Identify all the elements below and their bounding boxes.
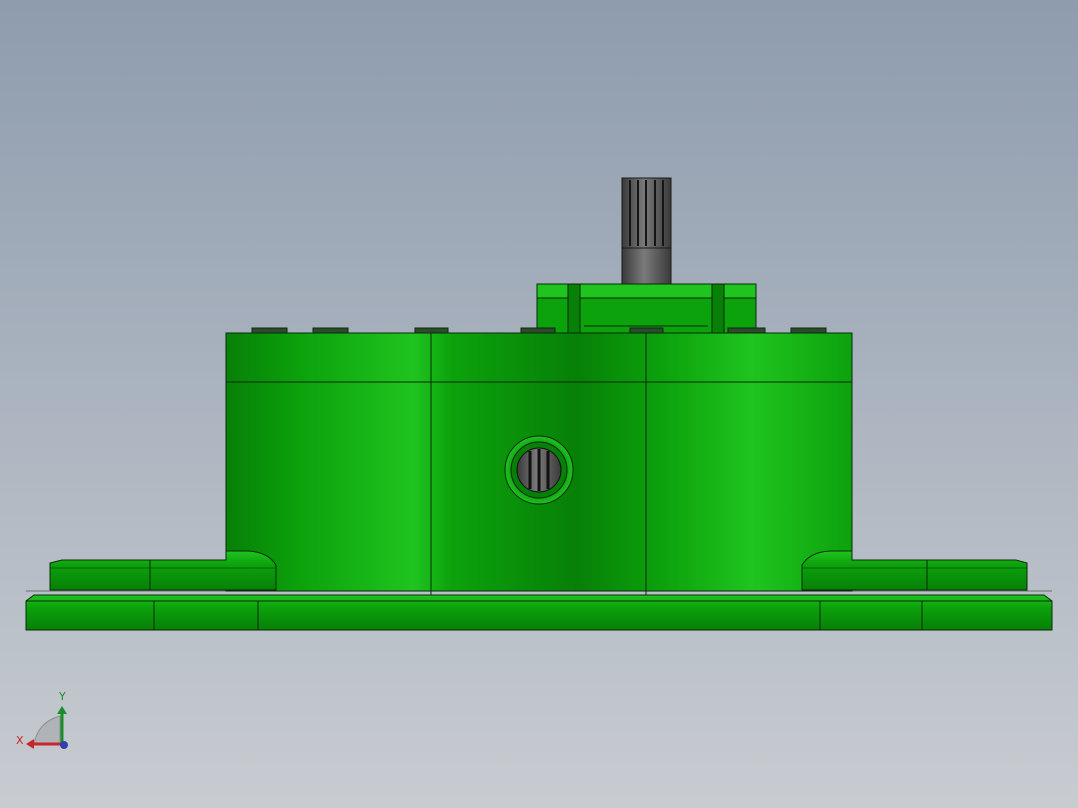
- graphics-viewport[interactable]: X Y: [0, 0, 1078, 808]
- z-axis-dot-icon: [60, 741, 68, 749]
- output-shaft[interactable]: [621, 177, 672, 285]
- base-plate[interactable]: [25, 590, 1053, 631]
- model-canvas[interactable]: X Y: [0, 0, 1078, 808]
- input-shaft-port[interactable]: [504, 435, 574, 505]
- top-cap[interactable]: [536, 283, 757, 335]
- y-axis-label: Y: [58, 690, 66, 703]
- x-axis-label: X: [16, 734, 24, 747]
